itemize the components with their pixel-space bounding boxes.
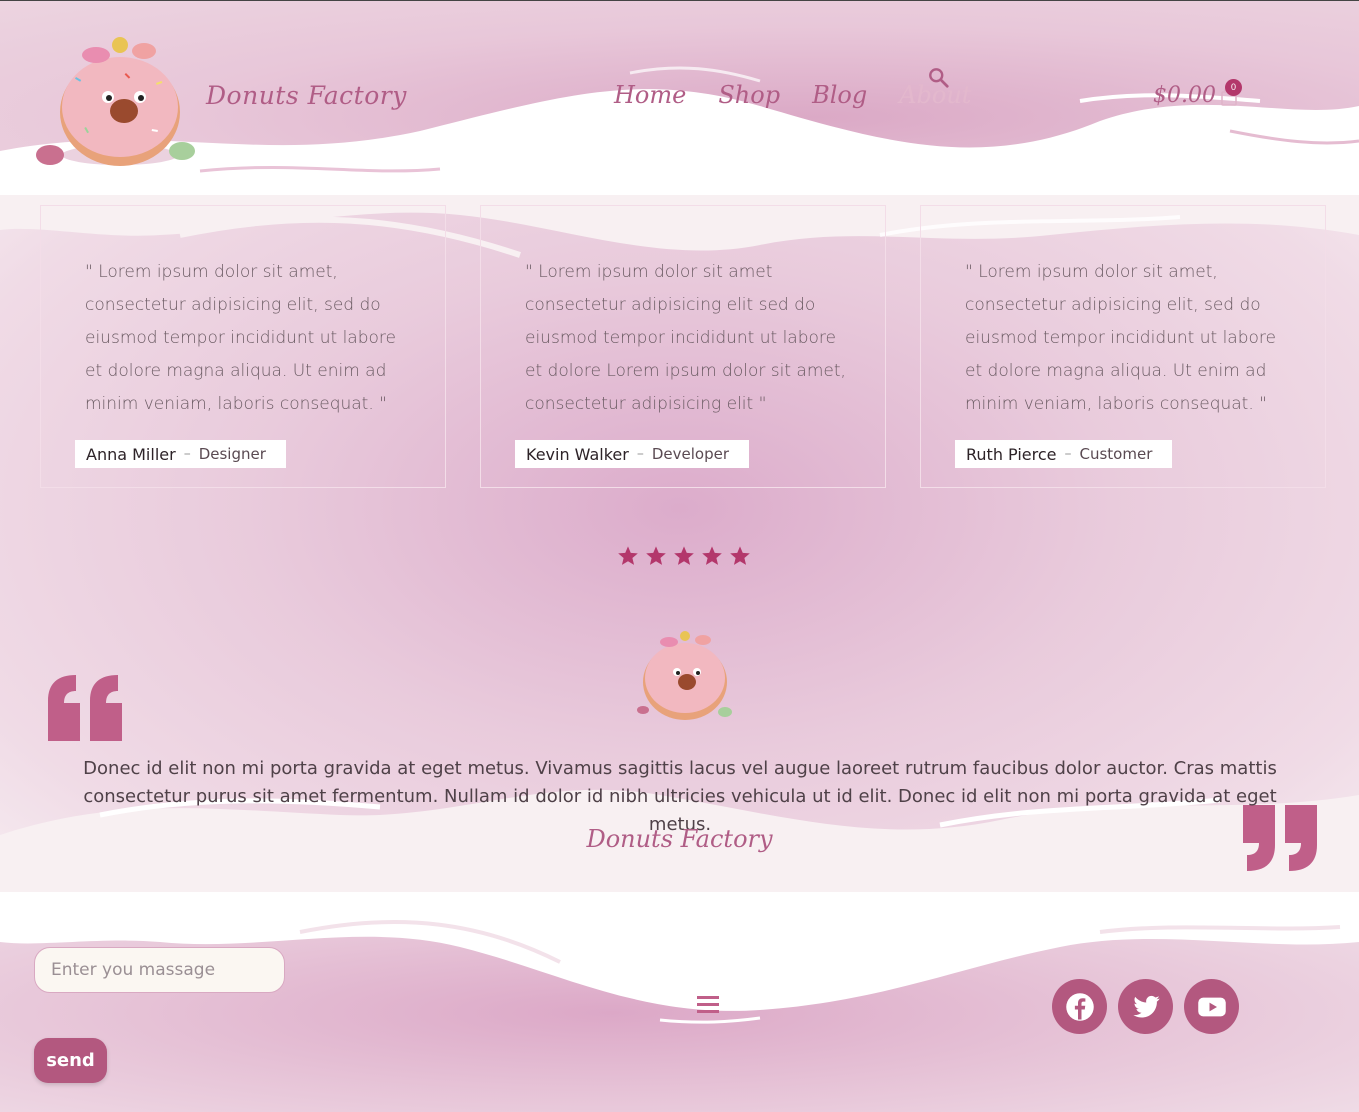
site-footer: send — [0, 892, 1359, 1112]
author-role: Developer — [651, 445, 729, 463]
star-icon — [730, 546, 750, 565]
youtube-link[interactable] — [1184, 979, 1239, 1034]
testimonial-card: " Lorem ipsum dolor sit amet, consectetu… — [920, 205, 1326, 488]
message-input[interactable] — [34, 947, 285, 993]
twitter-link[interactable] — [1118, 979, 1173, 1034]
brand-name[interactable]: Donuts Factory — [206, 81, 407, 110]
star-icon — [702, 546, 722, 565]
nav-home[interactable]: Home — [614, 81, 686, 109]
testimonial-author: Anna Miller – Designer — [75, 440, 286, 468]
testimonial-quote: " Lorem ipsum dolor sit amet, consectetu… — [85, 262, 396, 414]
author-separator: – — [1064, 446, 1072, 462]
author-name: Kevin Walker — [526, 444, 629, 464]
facebook-icon — [1065, 992, 1094, 1021]
author-role: Customer — [1079, 445, 1153, 463]
cart-count-badge: 0 — [1225, 79, 1242, 96]
facebook-link[interactable] — [1052, 979, 1107, 1034]
testimonial-quote: " Lorem ipsum dolor sit amet consectetur… — [525, 262, 846, 414]
author-name: Anna Miller — [86, 444, 176, 464]
star-rating — [617, 545, 751, 567]
signature: Donuts Factory — [586, 825, 773, 853]
testimonial-card: " Lorem ipsum dolor sit amet consectetur… — [480, 205, 886, 488]
star-icon — [674, 546, 694, 565]
star-icon — [618, 546, 638, 565]
author-separator: – — [636, 446, 644, 462]
testimonial-author: Ruth Pierce – Customer — [955, 440, 1173, 468]
menu-icon[interactable] — [697, 994, 719, 1016]
social-links — [1052, 979, 1239, 1034]
star-icon — [646, 546, 666, 565]
site-header: Donuts Factory Home Shop Blog About $0.0… — [0, 0, 1359, 195]
testimonials-section: " Lorem ipsum dolor sit amet, consectetu… — [0, 195, 1359, 892]
main-nav: Home Shop Blog About — [614, 81, 971, 109]
author-role: Designer — [198, 445, 266, 463]
nav-blog[interactable]: Blog — [812, 81, 867, 109]
twitter-icon — [1132, 995, 1160, 1017]
donut-image — [637, 631, 732, 720]
search-icon[interactable] — [928, 67, 950, 89]
send-button[interactable]: send — [34, 1038, 107, 1083]
open-quote-icon — [48, 675, 122, 741]
author-name: Ruth Pierce — [966, 444, 1057, 464]
author-separator: – — [183, 446, 191, 462]
testimonial-author: Kevin Walker – Developer — [515, 440, 749, 468]
cart-total: $0.00 — [1153, 83, 1216, 108]
page: Donuts Factory Home Shop Blog About $0.0… — [0, 0, 1359, 1112]
nav-shop[interactable]: Shop — [718, 81, 780, 109]
youtube-icon — [1197, 997, 1226, 1016]
testimonial-card: " Lorem ipsum dolor sit amet, consectetu… — [40, 205, 446, 488]
donut-logo-icon[interactable] — [36, 37, 196, 171]
testimonial-quote: " Lorem ipsum dolor sit amet, consectetu… — [965, 262, 1276, 414]
